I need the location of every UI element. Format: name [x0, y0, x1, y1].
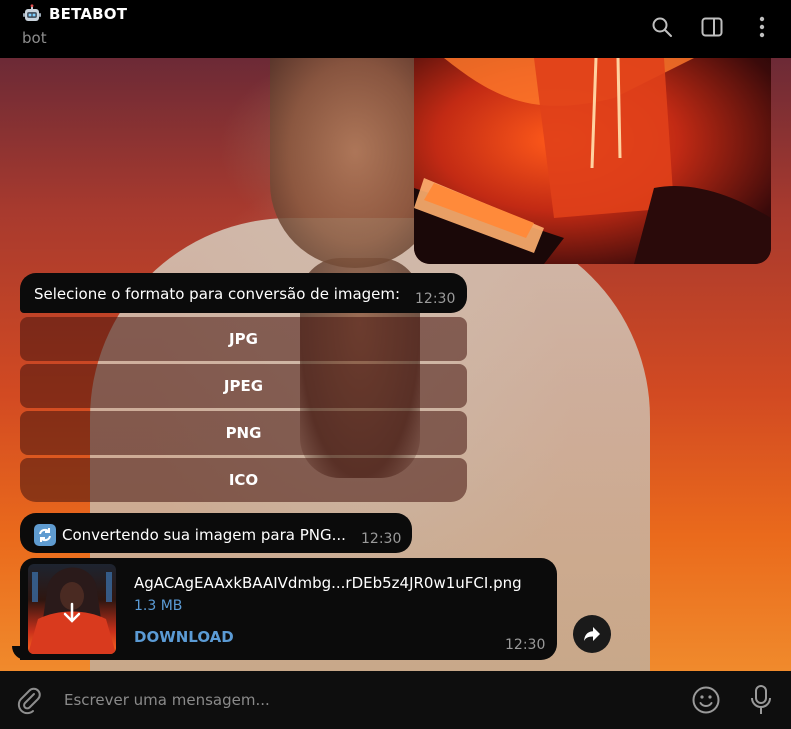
message-text: Selecione o formato para conversão de im… — [34, 285, 401, 303]
message-composer — [0, 671, 791, 729]
forward-icon — [584, 627, 600, 641]
format-button-jpeg[interactable]: JPEG — [20, 364, 467, 408]
select-format-message: Selecione o formato para conversão de im… — [20, 273, 467, 313]
forward-button[interactable] — [573, 615, 611, 653]
file-size: 1.3 MB — [134, 598, 183, 614]
hacker-image — [414, 58, 771, 264]
message-input[interactable] — [64, 683, 664, 717]
robot-icon — [23, 4, 41, 21]
chat-subtitle: bot — [22, 29, 47, 47]
converting-message: Convertendo sua imagem para PNG... 12:30 — [20, 513, 412, 553]
chat-header: BETABOT bot — [0, 0, 791, 58]
image-message[interactable] — [414, 58, 771, 264]
sidebar-toggle-icon[interactable] — [697, 12, 727, 42]
message-time: 12:30 — [361, 531, 402, 547]
format-button-png[interactable]: PNG — [20, 411, 467, 455]
chat-area[interactable]: Selecione o formato para conversão de im… — [0, 58, 791, 671]
header-actions — [647, 12, 777, 42]
chat-title: BETABOT — [49, 5, 128, 23]
paperclip-icon[interactable] — [14, 685, 44, 715]
file-message[interactable]: AgACAgEAAxkBAAIVdmbg...rDEb5z4JR0w1uFCI.… — [20, 558, 557, 660]
refresh-icon — [34, 524, 56, 546]
microphone-icon[interactable] — [746, 683, 776, 717]
message-text: Convertendo sua imagem para PNG... — [62, 526, 346, 544]
title-row[interactable]: BETABOT — [22, 4, 127, 24]
message-time: 12:30 — [505, 637, 546, 653]
download-arrow-icon — [63, 602, 81, 623]
converting-text-row: Convertendo sua imagem para PNG... — [34, 524, 346, 546]
message-time: 12:30 — [415, 291, 456, 307]
format-button-ico[interactable]: ICO — [20, 458, 467, 502]
file-thumbnail[interactable] — [28, 564, 116, 654]
file-name: AgACAgEAAxkBAAIVdmbg...rDEb5z4JR0w1uFCI.… — [134, 574, 522, 592]
more-vertical-icon[interactable] — [747, 12, 777, 42]
emoji-icon[interactable] — [690, 684, 722, 716]
search-icon[interactable] — [647, 12, 677, 42]
format-button-jpg[interactable]: JPG — [20, 317, 467, 361]
download-link[interactable]: DOWNLOAD — [134, 628, 234, 646]
